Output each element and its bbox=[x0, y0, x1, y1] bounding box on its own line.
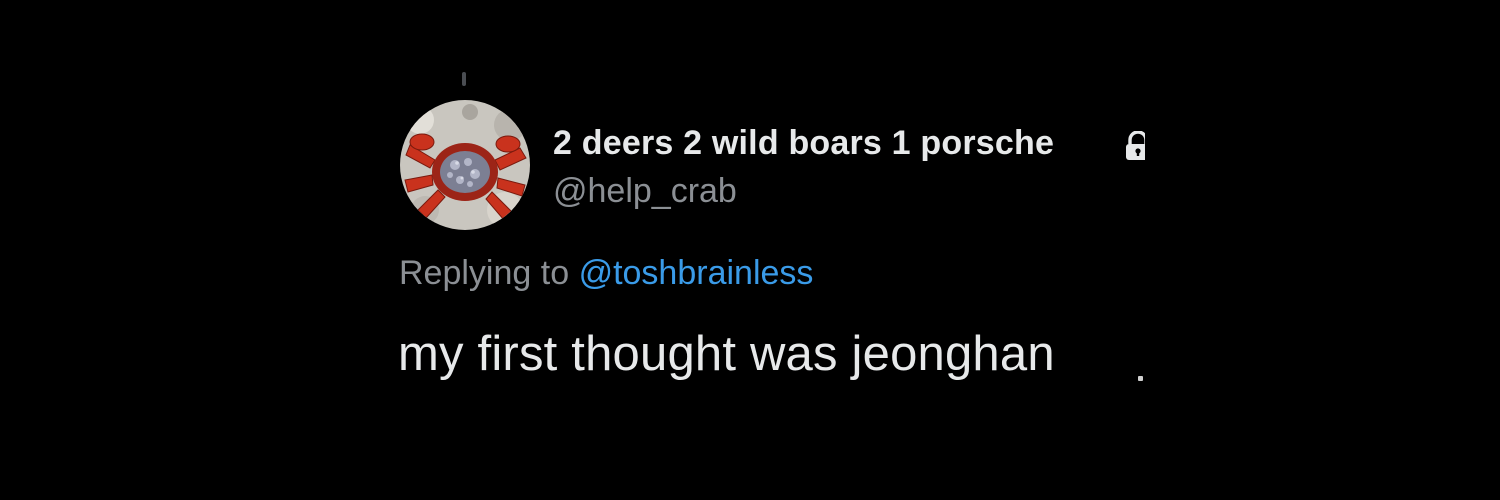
author-handle[interactable]: @help_crab bbox=[553, 172, 737, 211]
lock-icon bbox=[1125, 131, 1145, 161]
replying-to-line: Replying to @toshbrainless bbox=[399, 254, 813, 293]
tweet-text: my first thought was jeonghan bbox=[398, 327, 1055, 381]
trailing-mark bbox=[1138, 376, 1143, 381]
replying-to-label: Replying to bbox=[399, 254, 570, 292]
crab-avatar-icon bbox=[400, 100, 530, 230]
author-display-name[interactable]: 2 deers 2 wild boars 1 porsche bbox=[553, 124, 1054, 163]
avatar[interactable] bbox=[400, 100, 530, 230]
reply-mention-link[interactable]: @toshbrainless bbox=[579, 254, 814, 292]
thread-connector-line bbox=[462, 72, 466, 86]
